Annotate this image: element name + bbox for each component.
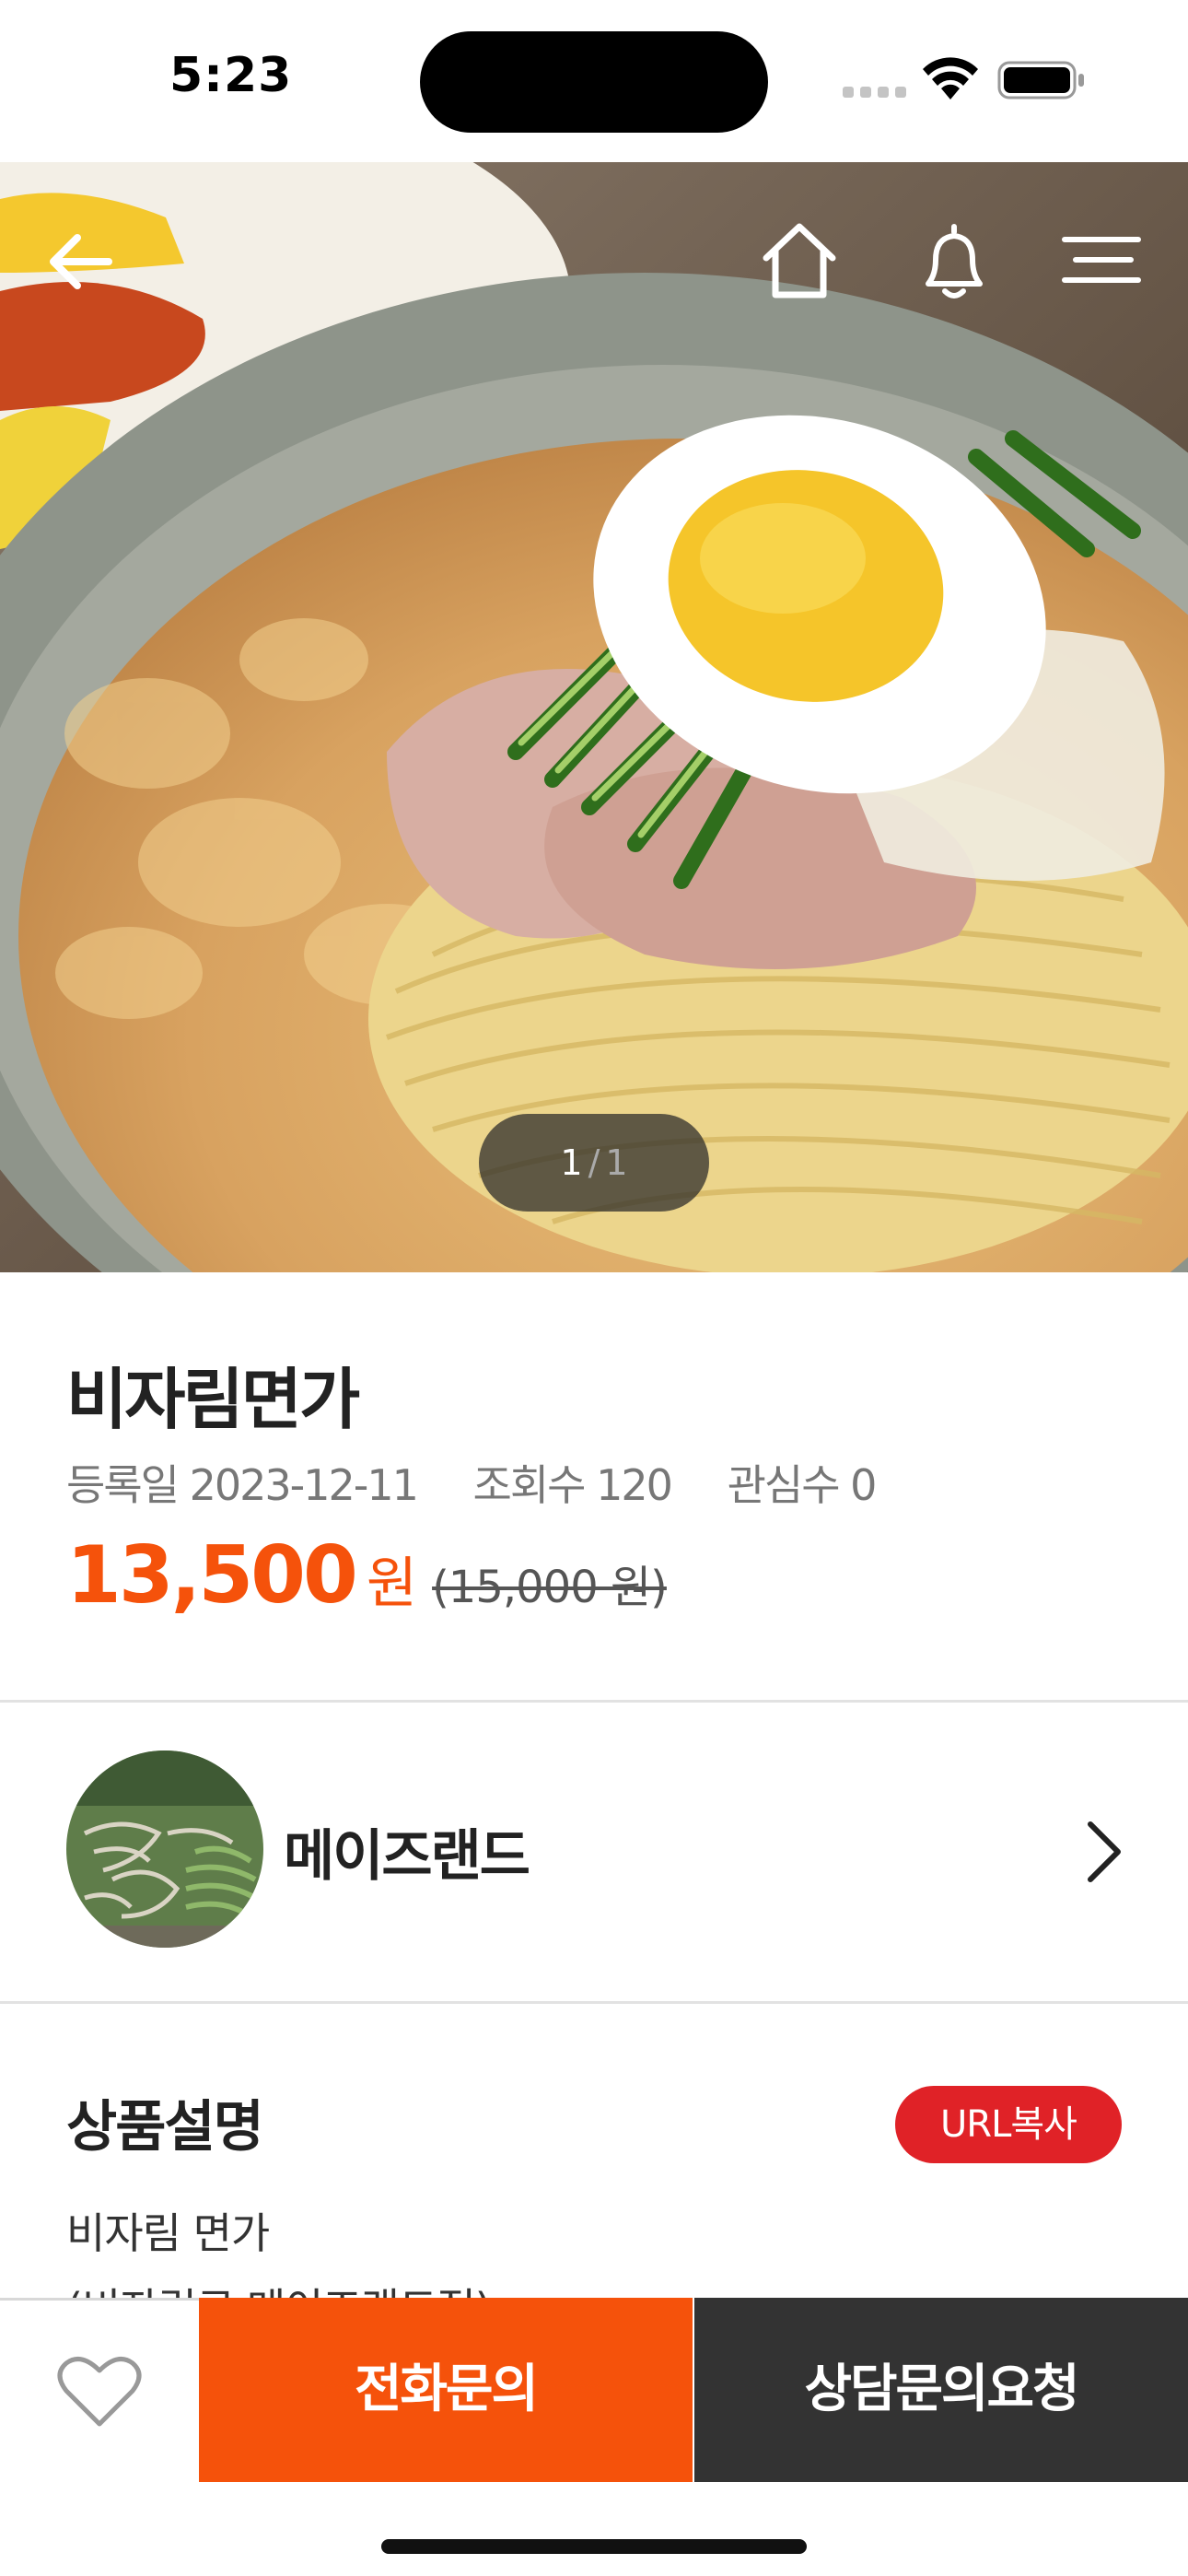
hero-nav-bar: [0, 162, 1188, 365]
description-line: 비자림 면가: [66, 2208, 270, 2258]
home-indicator: [381, 2539, 807, 2554]
wifi-icon: [923, 57, 978, 100]
status-bar: 5:23: [0, 0, 1188, 162]
description-title: 상품설명: [66, 2095, 264, 2160]
url-copy-button[interactable]: URL복사: [895, 2086, 1122, 2163]
back-arrow-icon[interactable]: [35, 216, 127, 308]
price-unit: 원: [366, 1551, 418, 1616]
bottom-action-bar: 전화문의 상담문의요청: [0, 2298, 1188, 2482]
divider: [0, 2001, 1188, 2004]
heart-icon: [57, 2357, 142, 2427]
price-row: 13,500 원 (15,000 원): [66, 1529, 668, 1622]
status-time: 5:23: [169, 48, 293, 103]
phone-inquiry-button[interactable]: 전화문의: [199, 2298, 693, 2482]
pager-current: 1: [560, 1142, 583, 1183]
bell-icon[interactable]: [908, 214, 1000, 306]
chevron-right-icon: [1088, 1821, 1121, 1882]
seller-avatar: [66, 1751, 263, 1948]
dynamic-island: [420, 31, 768, 133]
interest-count: 관심수 0: [727, 1460, 878, 1510]
product-image-carousel[interactable]: 1/1: [0, 162, 1188, 1272]
menu-icon[interactable]: [1055, 214, 1147, 306]
home-icon[interactable]: [753, 214, 845, 306]
original-price: (15,000 원): [432, 1562, 668, 1613]
consult-request-button[interactable]: 상담문의요청: [694, 2298, 1188, 2482]
pager-separator: /: [588, 1142, 600, 1183]
product-title: 비자림면가: [66, 1361, 360, 1438]
registered-date: 등록일 2023-12-11: [66, 1460, 419, 1510]
view-count: 조회수 120: [472, 1460, 673, 1510]
seller-name: 메이즈랜드: [284, 1824, 530, 1889]
cellular-signal-icon: [843, 87, 907, 98]
battery-icon: [997, 61, 1084, 100]
like-button[interactable]: [0, 2298, 199, 2482]
seller-row[interactable]: 메이즈랜드: [0, 1703, 1188, 2003]
product-meta: 등록일 2023-12-11 조회수 120 관심수 0: [66, 1452, 919, 1513]
sale-price: 13,500: [66, 1529, 358, 1622]
pager-total: 1: [605, 1142, 628, 1183]
image-pager: 1/1: [479, 1114, 709, 1212]
